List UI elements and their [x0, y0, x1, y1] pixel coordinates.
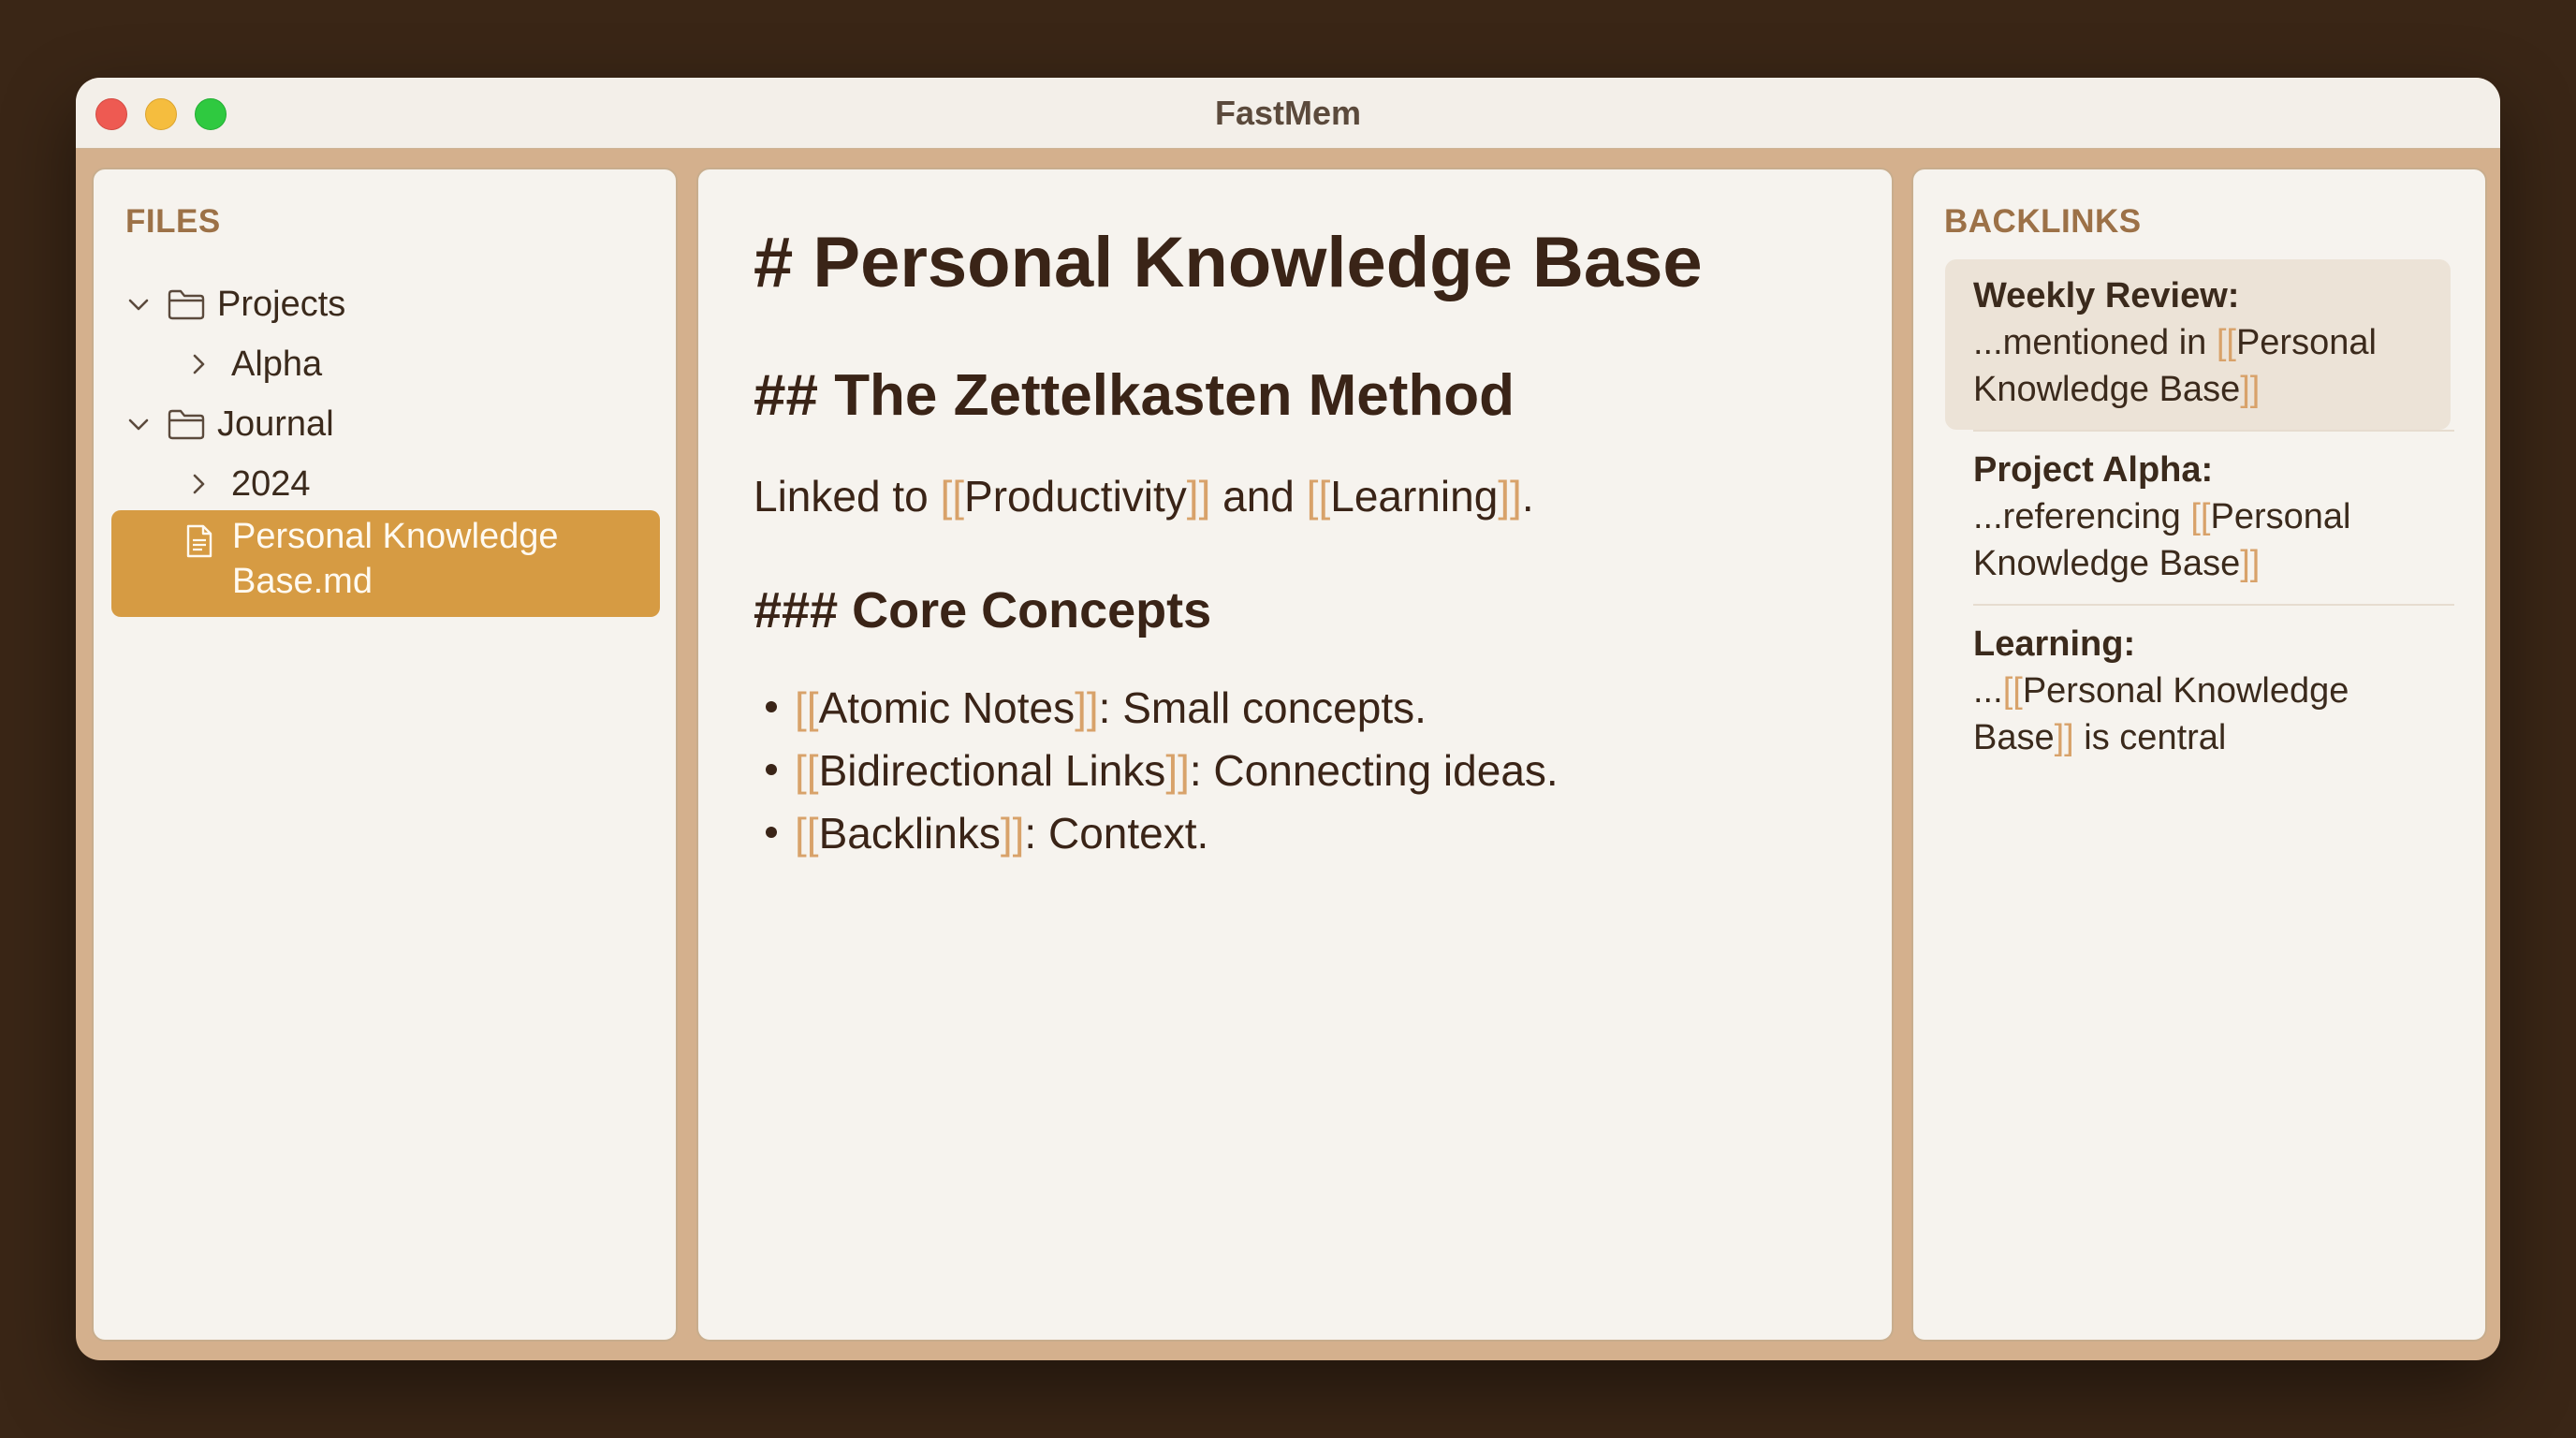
window-title: FastMem	[1214, 94, 1362, 132]
tree-folder-2024[interactable]: 2024	[125, 454, 650, 514]
app-window: FastMem FILES Projects Alpha Journal 202…	[76, 78, 2500, 1360]
divider	[1973, 430, 2454, 432]
backlink-snippet: ...[[Personal Knowledge	[1973, 668, 2441, 714]
backlink-snippet: Base]] is central	[1973, 714, 2441, 761]
link-bracket-open: [[	[2216, 323, 2236, 362]
link-bracket-open: [[	[940, 472, 965, 521]
link-bracket-close: ]]	[1186, 472, 1211, 521]
link-bracket-close: ]]	[1165, 746, 1190, 795]
tree-folder-journal[interactable]: Journal	[125, 394, 650, 454]
tree-file-selected[interactable]: Personal Knowledge Base.md	[111, 510, 660, 617]
para-text: .	[1521, 472, 1534, 521]
tree-label: Projects	[217, 285, 346, 324]
link-bracket-close: ]]	[1498, 472, 1522, 521]
link-bracket-open: [[	[795, 809, 819, 858]
snippet-text: ...referencing	[1973, 497, 2191, 536]
heading-2: ## The Zettelkasten Method	[754, 363, 1515, 428]
backlink-weekly-review[interactable]: Weekly Review: ...mentioned in [[Persona…	[1945, 259, 2451, 430]
bullet-dot	[766, 827, 777, 839]
snippet-link: Base	[1973, 718, 2055, 757]
tree-folder-alpha[interactable]: Alpha	[125, 334, 650, 394]
backlink-title: Learning:	[1973, 624, 2136, 664]
heading-3: ### Core Concepts	[754, 582, 1212, 638]
link-bracket-close: ]]	[2054, 718, 2074, 757]
divider	[1973, 604, 2454, 606]
snippet-text: ...mentioned in	[1973, 323, 2217, 362]
backlink-snippet: Knowledge Base]]	[1973, 366, 2441, 413]
snippet-text: ...	[1973, 671, 2003, 711]
list-item-text: : Context.	[1024, 809, 1209, 858]
backlink-snippet: ...referencing [[Personal	[1973, 493, 2441, 540]
para-text: and	[1210, 472, 1307, 521]
document-icon	[186, 524, 212, 558]
bullet-dot	[766, 764, 777, 776]
backlink-project-alpha[interactable]: Project Alpha: ...referencing [[Personal…	[1945, 433, 2451, 604]
link-bracket-close: ]]	[1000, 809, 1025, 858]
link-bracket-close: ]]	[2240, 544, 2261, 583]
snippet-link: Personal Knowledge	[2022, 671, 2349, 711]
wiki-link-productivity[interactable]: Productivity	[964, 472, 1187, 521]
link-bracket-close: ]]	[1075, 683, 1099, 732]
link-bracket-close: ]]	[2240, 370, 2261, 409]
backlink-snippet: Knowledge Base]]	[1973, 540, 2441, 587]
backlink-snippet: ...mentioned in [[Personal	[1973, 319, 2441, 366]
chevron-down-icon[interactable]	[125, 291, 152, 317]
tree-label: 2024	[231, 464, 311, 504]
wiki-link-backlinks[interactable]: Backlinks	[819, 809, 1001, 858]
list-item: [[Bidirectional Links]]: Connecting idea…	[756, 740, 1559, 802]
link-bracket-open: [[	[795, 683, 819, 732]
backlinks-heading: BACKLINKS	[1944, 203, 2142, 240]
heading-1: # Personal Knowledge Base	[754, 223, 1703, 302]
snippet-link: Knowledge Base	[1973, 370, 2241, 409]
list-item-text: : Connecting ideas.	[1189, 746, 1559, 795]
wiki-link-bidirectional-links[interactable]: Bidirectional Links	[819, 746, 1166, 795]
files-sidebar: FILES Projects Alpha Journal 2024 Person…	[92, 168, 678, 1342]
backlink-title: Project Alpha:	[1973, 450, 2214, 490]
wiki-link-learning[interactable]: Learning	[1330, 472, 1498, 521]
snippet-text: is central	[2073, 718, 2227, 757]
bullet-dot	[766, 701, 777, 713]
files-heading: FILES	[125, 203, 221, 240]
selected-file-name: Personal Knowledge Base.md	[232, 517, 559, 601]
tree-label: Alpha	[231, 345, 323, 384]
backlinks-panel: BACKLINKS Weekly Review: ...mentioned in…	[1911, 168, 2487, 1342]
snippet-link: Knowledge Base	[1973, 544, 2241, 583]
list-item: [[Backlinks]]: Context.	[756, 802, 1559, 865]
backlink-learning[interactable]: Learning: ...[[Personal Knowledge Base]]…	[1945, 608, 2451, 778]
title-bar: FastMem	[76, 78, 2500, 149]
snippet-link: Personal	[2210, 497, 2351, 536]
folder-icon	[168, 409, 205, 440]
wiki-link-atomic-notes[interactable]: Atomic Notes	[819, 683, 1076, 732]
list-item-text: : Small concepts.	[1098, 683, 1427, 732]
link-bracket-open: [[	[2002, 671, 2023, 711]
bullet-list: [[Atomic Notes]]: Small concepts. [[Bidi…	[756, 677, 1559, 865]
list-item: [[Atomic Notes]]: Small concepts.	[756, 677, 1559, 740]
para-text: Linked to	[754, 472, 941, 521]
snippet-link: Personal	[2235, 323, 2377, 362]
link-bracket-open: [[	[1306, 472, 1331, 521]
chevron-right-icon[interactable]	[185, 351, 212, 377]
link-bracket-open: [[	[2190, 497, 2211, 536]
linked-paragraph: Linked to [[Productivity]] and [[Learnin…	[754, 471, 1534, 521]
folder-icon	[168, 289, 205, 320]
tree-label: Journal	[217, 404, 334, 444]
backlink-title: Weekly Review:	[1973, 276, 2240, 315]
chevron-right-icon[interactable]	[185, 471, 212, 497]
chevron-down-icon[interactable]	[125, 411, 152, 437]
link-bracket-open: [[	[795, 746, 819, 795]
editor-pane[interactable]: # Personal Knowledge Base ## The Zettelk…	[696, 168, 1894, 1342]
tree-folder-projects[interactable]: Projects	[125, 274, 650, 334]
